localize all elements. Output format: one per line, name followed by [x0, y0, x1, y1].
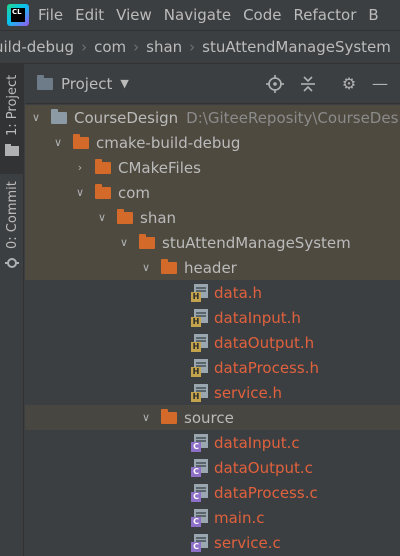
excluded-folder-icon	[139, 233, 155, 249]
excluded-folder-icon	[117, 208, 133, 224]
project-tool-window-header: Project ▼ ⚙ —	[25, 64, 400, 104]
tree-file-dataprocess-h[interactable]: H dataProcess.h	[25, 355, 400, 380]
tree-file-main-c[interactable]: C main.c	[25, 505, 400, 530]
c-file-icon: C	[191, 458, 209, 477]
expand-chevron-icon[interactable]: ∨	[95, 211, 109, 224]
breadcrumb-item-stuattendmanagesystem[interactable]: stuAttendManageSystem	[202, 38, 391, 56]
tree-file-label: service.c	[214, 533, 281, 552]
gear-icon[interactable]: ⚙	[339, 74, 359, 94]
menu-code[interactable]: Code	[243, 6, 281, 24]
tree-node-label: header	[184, 258, 237, 277]
tree-file-label: main.c	[214, 508, 265, 527]
tree-file-data-h[interactable]: H data.h	[25, 280, 400, 305]
breadcrumb-item-build-debug[interactable]: uild-debug	[0, 38, 74, 56]
header-file-icon: H	[191, 358, 209, 377]
tree-file-service-h[interactable]: H service.h	[25, 380, 400, 405]
expand-chevron-icon[interactable]: ∨	[139, 261, 153, 274]
tree-node-path: D:\GiteeReposity\CourseDes	[186, 108, 399, 127]
project-tree: ∨ CourseDesign D:\GiteeReposity\CourseDe…	[25, 105, 400, 556]
project-icon	[37, 74, 53, 90]
breadcrumb-chevron-icon: ›	[133, 38, 140, 56]
breadcrumb: uild-debug › com › shan › stuAttendManag…	[0, 30, 400, 64]
clion-logo-icon: CL	[7, 4, 29, 26]
expand-chevron-icon[interactable]: ∨	[73, 186, 87, 199]
header-file-icon: H	[191, 383, 209, 402]
tree-file-label: dataInput.h	[214, 308, 301, 327]
menu-view[interactable]: View	[116, 6, 152, 24]
tree-node-coursedesign[interactable]: ∨ CourseDesign D:\GiteeReposity\CourseDe…	[25, 105, 400, 130]
c-file-icon: C	[191, 508, 209, 527]
excluded-folder-icon	[73, 133, 89, 149]
tree-file-dataoutput-c[interactable]: C dataOutput.c	[25, 455, 400, 480]
tool-window-strip: 1: Project 0: Commit	[0, 64, 24, 556]
commit-tool-tab-label: 0: Commit	[5, 181, 20, 249]
project-tool-tab[interactable]: 1: Project	[0, 64, 24, 174]
tree-file-label: dataProcess.c	[214, 483, 318, 502]
breadcrumb-chevron-icon: ›	[81, 38, 88, 56]
c-file-icon: C	[191, 483, 209, 502]
expand-chevron-icon[interactable]: ∨	[29, 111, 43, 124]
c-file-icon: C	[191, 533, 209, 552]
commit-icon	[5, 258, 19, 268]
tree-node-label: CMakeFiles	[118, 158, 201, 177]
breadcrumb-chevron-icon: ›	[189, 38, 196, 56]
tree-file-dataprocess-c[interactable]: C dataProcess.c	[25, 480, 400, 505]
menu-edit[interactable]: Edit	[75, 6, 104, 24]
menu-build[interactable]: B	[368, 6, 378, 24]
tree-file-label: dataOutput.c	[214, 458, 313, 477]
menu-bar: CL File Edit View Navigate Code Refactor…	[0, 0, 400, 30]
breadcrumb-item-shan[interactable]: shan	[146, 38, 182, 56]
tree-file-label: dataOutput.h	[214, 333, 315, 352]
view-selector-dropdown-icon[interactable]: ▼	[120, 77, 128, 90]
header-file-icon: H	[191, 333, 209, 352]
tree-node-label: shan	[140, 208, 177, 227]
folder-icon	[5, 144, 19, 156]
excluded-folder-icon	[161, 258, 177, 274]
tree-file-label: service.h	[214, 383, 283, 402]
excluded-folder-icon	[95, 183, 111, 199]
locate-file-icon[interactable]	[265, 74, 285, 94]
menu-file[interactable]: File	[38, 6, 63, 24]
collapse-all-icon[interactable]	[298, 74, 318, 94]
c-file-icon: C	[191, 433, 209, 452]
tree-file-datainput-c[interactable]: C dataInput.c	[25, 430, 400, 455]
expand-chevron-icon[interactable]: ∨	[117, 236, 131, 249]
tool-window-title[interactable]: Project	[61, 75, 112, 93]
tree-node-label: cmake-build-debug	[96, 133, 241, 152]
tree-node-shan[interactable]: ∨ shan	[25, 205, 400, 230]
tree-file-label: dataInput.c	[214, 433, 300, 452]
header-file-icon: H	[191, 283, 209, 302]
tree-file-label: dataProcess.h	[214, 358, 319, 377]
tree-node-header[interactable]: ∨ header	[25, 255, 400, 280]
module-folder-icon	[51, 108, 67, 124]
tree-node-stuattendmanagesystem[interactable]: ∨ stuAttendManageSystem	[25, 230, 400, 255]
tree-node-label: source	[184, 408, 234, 427]
tree-file-dataoutput-h[interactable]: H dataOutput.h	[25, 330, 400, 355]
excluded-folder-icon	[95, 158, 111, 174]
tree-file-label: data.h	[214, 283, 263, 302]
tree-node-cmake-build-debug[interactable]: ∨ cmake-build-debug	[25, 130, 400, 155]
tree-node-source[interactable]: ∨ source	[25, 405, 400, 430]
expand-chevron-icon[interactable]: ›	[73, 161, 87, 174]
tree-node-cmakefiles[interactable]: › CMakeFiles	[25, 155, 400, 180]
tree-file-datainput-h[interactable]: H dataInput.h	[25, 305, 400, 330]
excluded-folder-icon	[161, 408, 177, 424]
header-file-icon: H	[191, 308, 209, 327]
menu-navigate[interactable]: Navigate	[164, 6, 231, 24]
hide-minimize-icon[interactable]: —	[370, 74, 390, 94]
breadcrumb-item-com[interactable]: com	[94, 38, 126, 56]
tree-node-label: stuAttendManageSystem	[162, 233, 351, 252]
tree-file-service-c[interactable]: C service.c	[25, 530, 400, 555]
tree-node-label: com	[118, 183, 151, 202]
expand-chevron-icon[interactable]: ∨	[51, 136, 65, 149]
tree-node-label: CourseDesign	[74, 108, 179, 127]
project-tool-tab-label: 1: Project	[5, 74, 20, 136]
tree-node-com[interactable]: ∨ com	[25, 180, 400, 205]
menu-refactor[interactable]: Refactor	[293, 6, 356, 24]
commit-tool-tab[interactable]: 0: Commit	[0, 181, 24, 279]
expand-chevron-icon[interactable]: ∨	[139, 411, 153, 424]
